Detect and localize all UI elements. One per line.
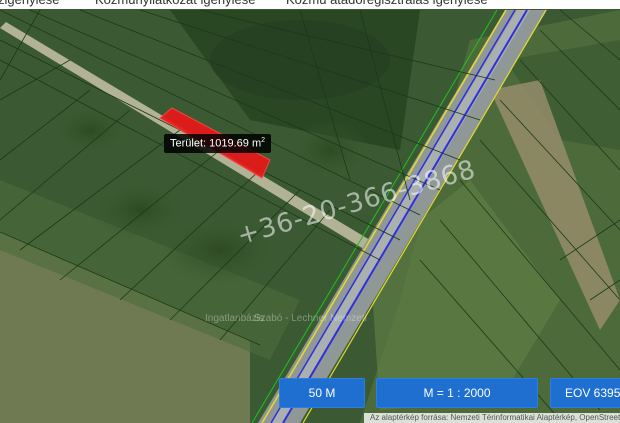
scale-ratio-button[interactable]: M = 1 : 2000 xyxy=(376,378,538,408)
tab-utility-registration[interactable]: Közmű átadóregisztrálás igénylése xyxy=(286,0,488,9)
scale-bar-button[interactable]: 50 M xyxy=(279,378,365,408)
area-tooltip: Terület: 1019.69 m2 xyxy=(164,134,272,153)
top-tab-bar: zigénylése Közműnyilatkozat igénylése Kö… xyxy=(0,0,620,9)
area-unit-sup: 2 xyxy=(261,137,266,144)
area-label: Terület: 1019.69 m xyxy=(170,137,262,150)
tab-utility-statement[interactable]: Közműnyilatkozat igénylése xyxy=(95,0,255,9)
tab-partial[interactable]: zigénylése xyxy=(0,0,59,9)
name-watermark-2: Szabó - Lechner Nemzeti xyxy=(254,313,367,324)
map-attribution: Az alaptérkép forrása: Nemzeti Térinform… xyxy=(364,413,620,423)
eov-coordinate-button[interactable]: EOV 6395 xyxy=(550,378,620,408)
